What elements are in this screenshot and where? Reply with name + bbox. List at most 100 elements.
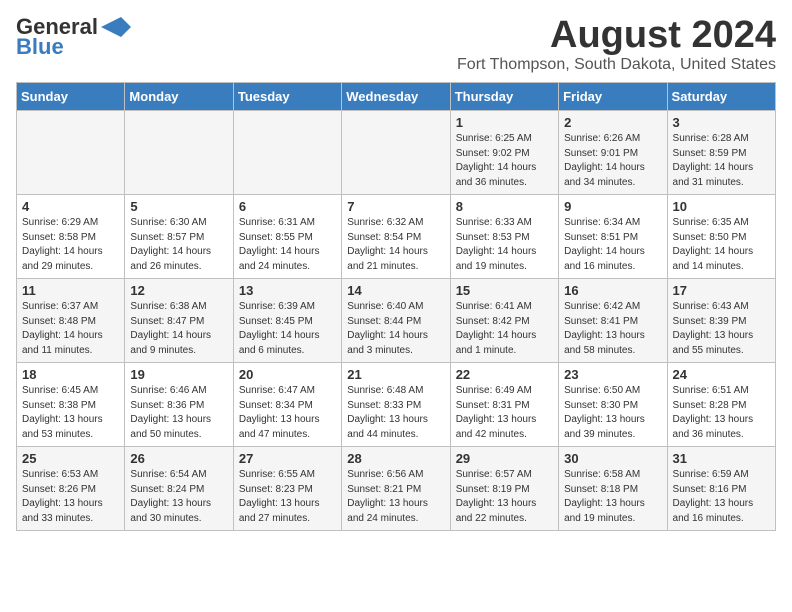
day-info: Sunrise: 6:55 AM Sunset: 8:23 PM Dayligh… <box>239 468 336 526</box>
week-row-3: 18 Sunrise: 6:45 AM Sunset: 8:38 PM Dayli… <box>17 363 776 447</box>
calendar-cell: 2 Sunrise: 6:26 AM Sunset: 9:01 PM Daylig… <box>559 111 667 195</box>
calendar-cell: 16 Sunrise: 6:42 AM Sunset: 8:41 PM Dayli… <box>559 279 667 363</box>
calendar-cell <box>233 111 341 195</box>
day-number: 28 <box>347 451 444 466</box>
day-number: 20 <box>239 367 336 382</box>
day-number: 2 <box>564 115 661 130</box>
day-number: 5 <box>130 199 227 214</box>
calendar-cell: 15 Sunrise: 6:41 AM Sunset: 8:42 PM Dayli… <box>450 279 558 363</box>
day-info: Sunrise: 6:34 AM Sunset: 8:51 PM Dayligh… <box>564 216 661 274</box>
calendar-cell: 31 Sunrise: 6:59 AM Sunset: 8:16 PM Dayli… <box>667 447 775 531</box>
month-title: August 2024 <box>457 16 776 54</box>
calendar-cell: 11Sunrise: 6:37 AM Sunset: 8:48 PM Dayli… <box>17 279 125 363</box>
day-info: Sunrise: 6:49 AM Sunset: 8:31 PM Dayligh… <box>456 384 553 442</box>
day-info: Sunrise: 6:37 AM Sunset: 8:48 PM Dayligh… <box>22 300 119 358</box>
day-info: Sunrise: 6:39 AM Sunset: 8:45 PM Dayligh… <box>239 300 336 358</box>
calendar-cell: 10 Sunrise: 6:35 AM Sunset: 8:50 PM Dayli… <box>667 195 775 279</box>
header-tuesday: Tuesday <box>233 83 341 111</box>
calendar-cell: 28 Sunrise: 6:56 AM Sunset: 8:21 PM Dayli… <box>342 447 450 531</box>
calendar-cell: 13 Sunrise: 6:39 AM Sunset: 8:45 PM Dayli… <box>233 279 341 363</box>
location-title: Fort Thompson, South Dakota, United Stat… <box>457 56 776 74</box>
day-info: Sunrise: 6:46 AM Sunset: 8:36 PM Dayligh… <box>130 384 227 442</box>
day-number: 8 <box>456 199 553 214</box>
day-number: 19 <box>130 367 227 382</box>
day-info: Sunrise: 6:28 AM Sunset: 8:59 PM Dayligh… <box>673 132 770 190</box>
header-saturday: Saturday <box>667 83 775 111</box>
header-friday: Friday <box>559 83 667 111</box>
day-info: Sunrise: 6:50 AM Sunset: 8:30 PM Dayligh… <box>564 384 661 442</box>
day-number: 18 <box>22 367 119 382</box>
day-number: 27 <box>239 451 336 466</box>
day-info: Sunrise: 6:45 AM Sunset: 8:38 PM Dayligh… <box>22 384 119 442</box>
day-number: 14 <box>347 283 444 298</box>
week-row-0: 1Sunrise: 6:25 AM Sunset: 9:02 PM Daylig… <box>17 111 776 195</box>
day-info: Sunrise: 6:58 AM Sunset: 8:18 PM Dayligh… <box>564 468 661 526</box>
day-info: Sunrise: 6:59 AM Sunset: 8:16 PM Dayligh… <box>673 468 770 526</box>
calendar-cell: 23 Sunrise: 6:50 AM Sunset: 8:30 PM Dayli… <box>559 363 667 447</box>
calendar-cell: 24 Sunrise: 6:51 AM Sunset: 8:28 PM Dayli… <box>667 363 775 447</box>
day-info: Sunrise: 6:35 AM Sunset: 8:50 PM Dayligh… <box>673 216 770 274</box>
day-number: 6 <box>239 199 336 214</box>
day-number: 12 <box>130 283 227 298</box>
header-monday: Monday <box>125 83 233 111</box>
calendar-cell: 3 Sunrise: 6:28 AM Sunset: 8:59 PM Daylig… <box>667 111 775 195</box>
calendar-cell <box>342 111 450 195</box>
day-info: Sunrise: 6:26 AM Sunset: 9:01 PM Dayligh… <box>564 132 661 190</box>
header-wednesday: Wednesday <box>342 83 450 111</box>
calendar-cell: 25Sunrise: 6:53 AM Sunset: 8:26 PM Dayli… <box>17 447 125 531</box>
day-info: Sunrise: 6:54 AM Sunset: 8:24 PM Dayligh… <box>130 468 227 526</box>
day-number: 7 <box>347 199 444 214</box>
calendar-cell: 4Sunrise: 6:29 AM Sunset: 8:58 PM Daylig… <box>17 195 125 279</box>
calendar-cell <box>125 111 233 195</box>
day-number: 15 <box>456 283 553 298</box>
day-info: Sunrise: 6:47 AM Sunset: 8:34 PM Dayligh… <box>239 384 336 442</box>
logo-line2: Blue <box>16 34 64 60</box>
day-info: Sunrise: 6:25 AM Sunset: 9:02 PM Dayligh… <box>456 132 553 190</box>
day-info: Sunrise: 6:42 AM Sunset: 8:41 PM Dayligh… <box>564 300 661 358</box>
calendar-cell: 6 Sunrise: 6:31 AM Sunset: 8:55 PM Daylig… <box>233 195 341 279</box>
calendar-cell: 29Sunrise: 6:57 AM Sunset: 8:19 PM Dayli… <box>450 447 558 531</box>
day-info: Sunrise: 6:38 AM Sunset: 8:47 PM Dayligh… <box>130 300 227 358</box>
day-info: Sunrise: 6:40 AM Sunset: 8:44 PM Dayligh… <box>347 300 444 358</box>
day-number: 4 <box>22 199 119 214</box>
day-info: Sunrise: 6:41 AM Sunset: 8:42 PM Dayligh… <box>456 300 553 358</box>
calendar-cell: 12 Sunrise: 6:38 AM Sunset: 8:47 PM Dayli… <box>125 279 233 363</box>
calendar-cell: 8 Sunrise: 6:33 AM Sunset: 8:53 PM Daylig… <box>450 195 558 279</box>
calendar-cell: 14 Sunrise: 6:40 AM Sunset: 8:44 PM Dayli… <box>342 279 450 363</box>
calendar-cell: 21Sunrise: 6:48 AM Sunset: 8:33 PM Dayli… <box>342 363 450 447</box>
calendar-cell: 26 Sunrise: 6:54 AM Sunset: 8:24 PM Dayli… <box>125 447 233 531</box>
week-row-2: 11Sunrise: 6:37 AM Sunset: 8:48 PM Dayli… <box>17 279 776 363</box>
calendar-cell: 5Sunrise: 6:30 AM Sunset: 8:57 PM Daylig… <box>125 195 233 279</box>
title-area: August 2024 Fort Thompson, South Dakota,… <box>457 16 776 74</box>
day-number: 30 <box>564 451 661 466</box>
header: General Blue August 2024 Fort Thompson, … <box>16 16 776 74</box>
day-number: 16 <box>564 283 661 298</box>
day-number: 13 <box>239 283 336 298</box>
day-info: Sunrise: 6:53 AM Sunset: 8:26 PM Dayligh… <box>22 468 119 526</box>
day-number: 23 <box>564 367 661 382</box>
day-info: Sunrise: 6:32 AM Sunset: 8:54 PM Dayligh… <box>347 216 444 274</box>
calendar-cell: 18 Sunrise: 6:45 AM Sunset: 8:38 PM Dayli… <box>17 363 125 447</box>
day-number: 26 <box>130 451 227 466</box>
day-number: 3 <box>673 115 770 130</box>
day-info: Sunrise: 6:51 AM Sunset: 8:28 PM Dayligh… <box>673 384 770 442</box>
calendar-cell: 20 Sunrise: 6:47 AM Sunset: 8:34 PM Dayli… <box>233 363 341 447</box>
day-number: 24 <box>673 367 770 382</box>
logo: General Blue <box>16 16 131 60</box>
day-info: Sunrise: 6:31 AM Sunset: 8:55 PM Dayligh… <box>239 216 336 274</box>
day-info: Sunrise: 6:33 AM Sunset: 8:53 PM Dayligh… <box>456 216 553 274</box>
day-number: 9 <box>564 199 661 214</box>
calendar-table: SundayMondayTuesdayWednesdayThursdayFrid… <box>16 82 776 531</box>
calendar-header-row: SundayMondayTuesdayWednesdayThursdayFrid… <box>17 83 776 111</box>
calendar-cell: 22Sunrise: 6:49 AM Sunset: 8:31 PM Dayli… <box>450 363 558 447</box>
calendar-cell: 30 Sunrise: 6:58 AM Sunset: 8:18 PM Dayli… <box>559 447 667 531</box>
day-number: 31 <box>673 451 770 466</box>
day-info: Sunrise: 6:43 AM Sunset: 8:39 PM Dayligh… <box>673 300 770 358</box>
day-info: Sunrise: 6:48 AM Sunset: 8:33 PM Dayligh… <box>347 384 444 442</box>
day-info: Sunrise: 6:56 AM Sunset: 8:21 PM Dayligh… <box>347 468 444 526</box>
header-sunday: Sunday <box>17 83 125 111</box>
week-row-4: 25Sunrise: 6:53 AM Sunset: 8:26 PM Dayli… <box>17 447 776 531</box>
calendar-cell: 19 Sunrise: 6:46 AM Sunset: 8:36 PM Dayli… <box>125 363 233 447</box>
day-number: 10 <box>673 199 770 214</box>
calendar-cell: 27 Sunrise: 6:55 AM Sunset: 8:23 PM Dayli… <box>233 447 341 531</box>
